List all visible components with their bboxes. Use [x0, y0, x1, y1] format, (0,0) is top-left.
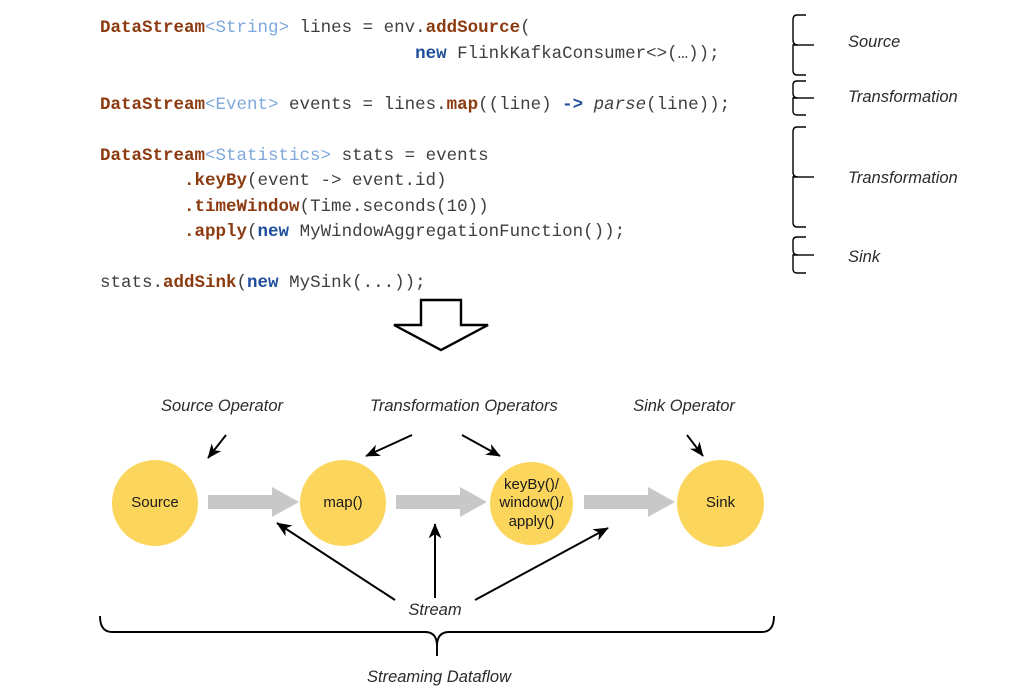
node-window-label-line1: keyBy()/	[503, 475, 559, 493]
diagram-canvas: DataStream<String> lines = env.addSource…	[0, 0, 1026, 699]
pointer-arrow-icon	[686, 434, 704, 457]
annotation-arrows-layer	[207, 434, 704, 601]
right-block-arrow-icon	[208, 487, 299, 517]
pointer-arrow-icon	[207, 434, 227, 459]
node-window-label-line3: apply()	[508, 512, 555, 530]
pointer-arrow-icon	[461, 434, 501, 457]
node-window-label-line2: window()/	[499, 494, 564, 512]
node-sink-label: Sink	[705, 494, 736, 512]
node-map[interactable]: map()	[300, 460, 386, 546]
node-map-label: map()	[323, 493, 363, 511]
right-block-arrow-icon	[584, 487, 675, 517]
node-source[interactable]: Source	[112, 460, 198, 546]
node-sink[interactable]: Sink	[677, 460, 764, 547]
node-window[interactable]: keyBy()/ window()/ apply()	[490, 462, 573, 545]
pointer-arrow-icon	[365, 434, 413, 457]
streaming-dataflow-brace-icon	[99, 615, 775, 656]
right-block-arrow-icon	[396, 487, 487, 517]
node-source-label: Source	[131, 493, 179, 511]
streaming-dataflow-label: Streaming Dataflow	[367, 668, 511, 686]
